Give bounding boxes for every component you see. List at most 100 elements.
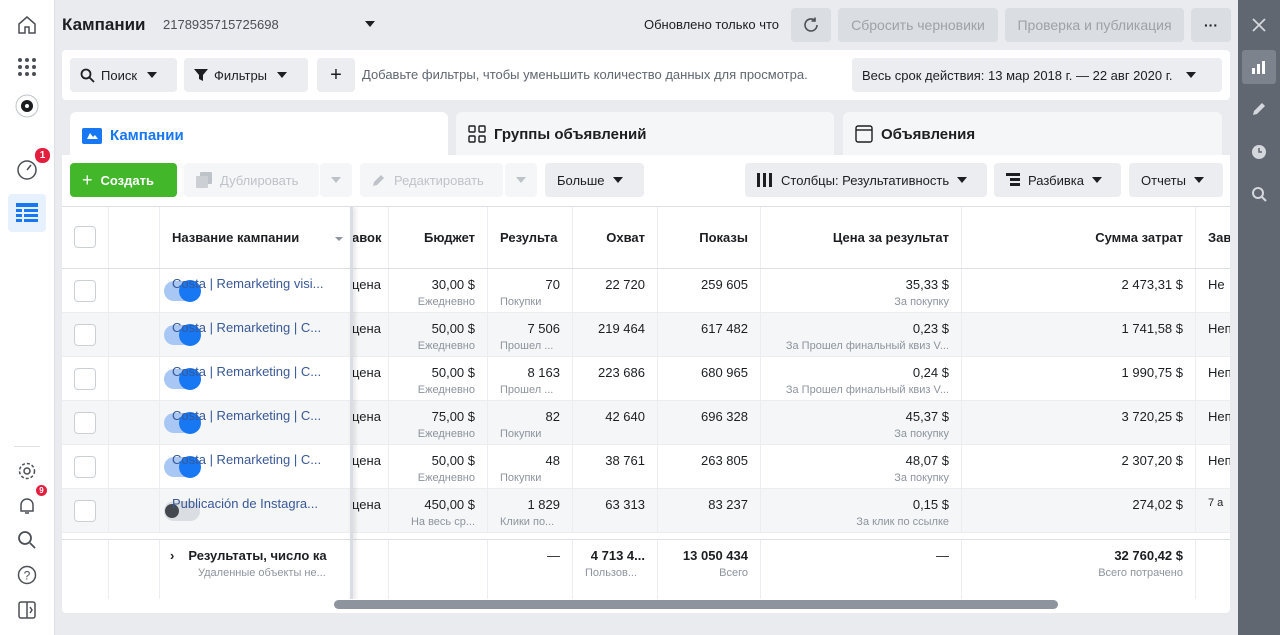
tab-ad-sets-label: Группы объявлений [494, 125, 647, 143]
totals-label-cell[interactable]: › Результаты, число ка Удаленные объекты… [160, 540, 352, 599]
header-cost-per-result[interactable]: Цена за результат [761, 207, 962, 268]
refresh-button[interactable] [791, 8, 831, 42]
spent-value: 1 741,58 $ [962, 313, 1196, 356]
column-budget-label: Бюджет [424, 230, 475, 245]
clock-icon[interactable] [1242, 135, 1276, 169]
svg-text:?: ? [24, 569, 31, 583]
campaign-name-link[interactable]: Costa | Remarketing | C... [172, 445, 352, 467]
duplicate-dropdown[interactable] [320, 163, 352, 197]
budget-value: 50,00 $ [431, 453, 475, 468]
bid-cell: цена [352, 357, 389, 400]
pencil-icon [373, 175, 384, 186]
reach-value: 42 640 [573, 401, 658, 444]
campaign-name-link[interactable]: Costa | Remarketing | C... [172, 313, 352, 335]
table-row[interactable]: Costa | Remarketing | C... цена 50,00 $ Е… [62, 357, 1230, 401]
columns-button[interactable]: Столбцы: Результативность [745, 163, 987, 197]
budget-value: 50,00 $ [431, 365, 475, 380]
campaign-name-link[interactable]: Publicación de Instagra... [172, 489, 352, 511]
account-dropdown-caret-icon[interactable] [365, 21, 375, 27]
header-results[interactable]: Результа [488, 207, 573, 268]
edit-dropdown[interactable] [505, 163, 537, 197]
header-budget[interactable]: Бюджет [389, 207, 488, 268]
horizontal-scrollbar[interactable] [334, 600, 1058, 609]
totals-sub: Удаленные объекты не... [198, 567, 326, 579]
row-checkbox[interactable] [74, 500, 96, 522]
pinned-column-divider [350, 207, 353, 599]
close-icon[interactable] [1242, 8, 1276, 42]
totals-reach-sub: Пользов... [585, 567, 637, 579]
column-name-label: Название кампании [172, 230, 300, 245]
table-row[interactable]: Costa | Remarketing | C... цена 50,00 $ Е… [62, 313, 1230, 357]
table-row[interactable]: Costa | Remarketing | C... цена 75,00 $ Е… [62, 401, 1230, 445]
reports-label: Отчеты [1141, 172, 1186, 188]
header-select-cell [62, 207, 109, 268]
campaign-name-link[interactable]: Costa | Remarketing visi... [172, 269, 352, 291]
more-button[interactable]: Больше [545, 163, 644, 197]
account-selector[interactable]: 2178935715725698 [163, 17, 279, 32]
chevron-down-icon [516, 177, 526, 183]
more-options-icon: ··· [1204, 17, 1218, 33]
expand-chevron-icon[interactable]: › [170, 548, 174, 563]
pencil-icon[interactable] [1242, 92, 1276, 126]
right-side-panel [1238, 0, 1280, 635]
report-panel-icon[interactable] [8, 591, 46, 629]
ends-value: Неп [1208, 321, 1230, 336]
header-bid-strategy[interactable]: авок [352, 207, 389, 268]
spent-value: 1 990,75 $ [962, 357, 1196, 400]
row-checkbox[interactable] [74, 280, 96, 302]
row-checkbox[interactable] [74, 456, 96, 478]
campaign-name-link[interactable]: Costa | Remarketing | C... [172, 401, 352, 423]
header-amount-spent[interactable]: Сумма затрат [962, 207, 1196, 268]
campaigns-table-icon[interactable] [8, 194, 46, 232]
cpr-value: 48,07 $ [905, 453, 949, 468]
duplicate-button[interactable]: Дублировать [184, 163, 319, 197]
home-icon[interactable] [8, 6, 46, 44]
date-range-picker[interactable]: Весь срок действия: 13 мар 2018 г. — 22 … [852, 58, 1222, 92]
top-bar: Кампании 2178935715725698 Обновлено толь… [55, 0, 1238, 50]
review-publish-button[interactable]: Проверка и публикация [1005, 8, 1184, 42]
search-dropdown-button[interactable]: Поиск [70, 58, 177, 92]
bar-chart-icon[interactable] [1242, 50, 1276, 84]
select-all-checkbox[interactable] [74, 226, 96, 248]
tab-ads[interactable]: Объявления [843, 112, 1222, 156]
notifications-bell-icon[interactable]: 9 [8, 484, 48, 525]
search-icon[interactable] [8, 521, 46, 559]
header-ends[interactable]: Зав [1196, 207, 1230, 268]
campaign-name-link[interactable]: Costa | Remarketing | C... [172, 357, 352, 379]
tab-ad-sets[interactable]: Группы объявлений [456, 112, 834, 156]
budget-sub: Ежедневно [417, 472, 475, 484]
table-row[interactable]: Costa | Remarketing | C... цена 50,00 $ Е… [62, 445, 1230, 489]
account-avatar-icon[interactable] [8, 87, 46, 125]
more-options-button[interactable]: ··· [1191, 8, 1231, 42]
row-checkbox[interactable] [74, 324, 96, 346]
table-header: Название кампании авок Бюджет Результа О… [62, 207, 1230, 269]
header-campaign-name[interactable]: Название кампании [160, 207, 352, 268]
row-checkbox[interactable] [74, 368, 96, 390]
add-filter-button[interactable]: + [317, 58, 355, 92]
discard-drafts-button[interactable]: Сбросить черновики [838, 8, 998, 42]
apps-grid-icon[interactable] [8, 48, 46, 86]
inspect-magnifier-icon[interactable] [1242, 177, 1276, 211]
edit-button[interactable]: Редактировать [360, 163, 503, 197]
table-row[interactable]: Costa | Remarketing visi... цена 30,00 $… [62, 269, 1230, 313]
cpr-sub: За клик по ссылке [856, 516, 949, 528]
create-button[interactable]: + Создать [70, 163, 177, 197]
sort-arrow-icon[interactable] [335, 237, 343, 241]
reports-button[interactable]: Отчеты [1129, 163, 1223, 197]
edit-label: Редактировать [394, 172, 484, 188]
ads-manager-gauge-icon[interactable]: 1 [8, 146, 52, 188]
bid-cell: цена [352, 489, 389, 532]
plus-icon: + [330, 63, 342, 86]
row-checkbox[interactable] [74, 412, 96, 434]
help-icon[interactable]: ? [8, 556, 46, 594]
filters-button[interactable]: Фильтры [184, 58, 308, 92]
header-toggle-cell [109, 207, 160, 268]
table-row[interactable]: Publicación de Instagra... цена 450,00 $… [62, 489, 1230, 533]
header-reach[interactable]: Охват [573, 207, 658, 268]
filter-bar: Поиск Фильтры + Добавьте фильтры, чтобы … [62, 50, 1230, 100]
totals-row: › Результаты, число ка Удаленные объекты… [62, 539, 1230, 599]
breakdown-button[interactable]: Разбивка [994, 163, 1121, 197]
chevron-down-icon [612, 177, 623, 183]
tab-campaigns[interactable]: Кампании [70, 112, 448, 158]
header-impressions[interactable]: Показы [658, 207, 761, 268]
